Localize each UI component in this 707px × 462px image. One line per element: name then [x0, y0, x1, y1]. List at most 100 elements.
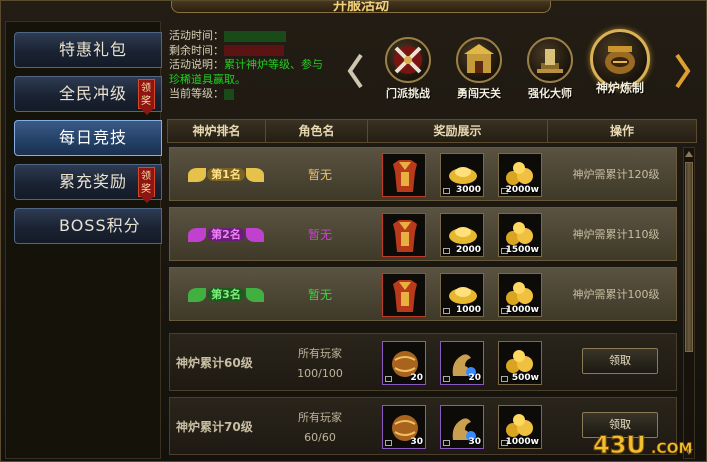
list-scrollbar[interactable]	[683, 147, 695, 459]
reward-slot[interactable]: 500w	[498, 341, 542, 385]
activity-label: 强化大师	[528, 87, 572, 100]
activity-divine-furnace[interactable]: 神炉炼制	[585, 29, 655, 96]
activity-label: 神炉炼制	[595, 81, 644, 95]
requirement-text: 神炉需累计110级	[572, 228, 660, 241]
event-time-label: 活动时间：	[169, 29, 224, 42]
site-watermark-logo: 43U .COM	[593, 431, 693, 460]
reward-slot[interactable]: 30	[382, 405, 426, 449]
event-desc-text-2: 珍稀道具赢取。	[169, 72, 246, 86]
activity-brave-pass[interactable]: 勇闯天关	[444, 37, 514, 101]
rank-badge: 第3名	[188, 286, 264, 304]
redacted-value	[224, 88, 234, 100]
reward-slot[interactable]: 3000	[440, 153, 484, 197]
reward-slot[interactable]: 2000w	[498, 153, 542, 197]
event-desc-label: 活动说明：	[169, 58, 224, 71]
claim-badge: 领奖	[138, 79, 155, 115]
progress-count: 100/100	[297, 367, 343, 380]
reward-slot[interactable]: 20	[440, 341, 484, 385]
wing-icon	[188, 288, 206, 302]
svg-text:43U: 43U	[593, 431, 646, 459]
table-row: 第1名 暂无 3000 2000w 神炉需累计120级	[169, 147, 677, 201]
rank-badge: 第1名	[188, 166, 264, 184]
reward-quantity: 500w	[511, 373, 539, 383]
sidebar-item-label: 累充奖励	[59, 172, 128, 191]
wing-icon	[246, 168, 264, 182]
next-arrow-button[interactable]	[675, 53, 691, 89]
player-progress: 所有玩家 60/60	[282, 408, 358, 448]
scrollbar-thumb[interactable]	[685, 162, 693, 352]
reward-slot[interactable]	[382, 273, 426, 317]
reward-slot[interactable]	[382, 153, 426, 197]
wing-icon	[246, 288, 264, 302]
event-time-row: 活动时间：	[169, 29, 359, 44]
sidebar-item-recharge-reward[interactable]: 累充奖励 领奖	[14, 164, 162, 203]
reward-quantity: 20	[468, 373, 481, 383]
sidebar-item-special-pack[interactable]: 特惠礼包	[14, 32, 162, 68]
scroll-up-icon[interactable]	[685, 149, 693, 159]
players-label: 所有玩家	[298, 347, 342, 360]
reward-quantity: 1000w	[505, 305, 539, 315]
reward-slot[interactable]: 30	[440, 405, 484, 449]
table-row: 第3名 暂无 1000 1000w 神炉需累计100级	[169, 267, 677, 321]
wing-icon	[246, 228, 264, 242]
reward-slot[interactable]: 1000	[440, 273, 484, 317]
reward-list: 第1名 暂无 3000 2000w 神炉需累计120级 第2名 暂无 2000 …	[167, 147, 679, 462]
chevron-left-icon	[347, 53, 363, 89]
reward-quantity: 3000	[455, 185, 481, 195]
role-name: 暂无	[307, 168, 332, 182]
window-title: 开服活动	[171, 1, 551, 13]
reward-items: 3000 2000w	[382, 153, 542, 197]
table-row: 第2名 暂无 2000 1500w 神炉需累计110级	[169, 207, 677, 261]
reward-slot[interactable]: 1000w	[498, 273, 542, 317]
reward-slot[interactable]: 2000	[440, 213, 484, 257]
player-progress: 所有玩家 100/100	[282, 344, 358, 384]
rank-badge: 第2名	[188, 226, 264, 244]
activity-label: 门派挑战	[386, 87, 430, 100]
sidebar-item-daily-arena[interactable]: 每日竞技	[14, 120, 162, 156]
sidebar-item-label: 特惠礼包	[59, 40, 128, 59]
role-name: 暂无	[307, 288, 332, 302]
activity-label: 勇闯天关	[457, 87, 501, 100]
activity-sect-challenge[interactable]: 门派挑战	[373, 37, 443, 101]
reward-items: 30 30 1000w	[382, 405, 542, 449]
level-requirement: 神炉累计60级	[176, 356, 253, 370]
remain-time-row: 剩余时间：	[169, 44, 359, 59]
reward-items: 2000 1500w	[382, 213, 542, 257]
reward-quantity: 30	[410, 437, 423, 447]
reward-quantity: 30	[468, 437, 481, 447]
reward-quantity: 2000	[455, 245, 481, 255]
claim-badge: 领奖	[138, 167, 155, 203]
sidebar-item-label: BOSS积分	[59, 216, 141, 235]
activity-enhance-master[interactable]: 强化大师	[515, 37, 585, 101]
title-bar: 开服活动	[171, 1, 551, 13]
remain-time-label: 剩余时间：	[169, 43, 224, 57]
prev-arrow-button[interactable]	[347, 53, 363, 89]
anvil-icon	[527, 37, 573, 83]
table-row: 神炉累计60级 所有玩家 100/100 20 20 500w 领取	[169, 333, 677, 391]
column-header-rank: 神炉排名	[168, 120, 266, 142]
reward-slot[interactable]: 20	[382, 341, 426, 385]
requirement-text: 神炉需累计100级	[572, 288, 660, 301]
reward-slot[interactable]: 1000w	[498, 405, 542, 449]
wing-icon	[188, 168, 206, 182]
reward-slot[interactable]	[382, 213, 426, 257]
role-name: 暂无	[307, 228, 332, 242]
sidebar-item-label: 每日竞技	[59, 128, 128, 147]
column-header-role: 角色名	[266, 120, 368, 142]
players-label: 所有玩家	[298, 411, 342, 424]
event-window: 开服活动 特惠礼包 全民冲级 领奖 每日竞技 累充奖励 领奖 BOSS积分 活动…	[0, 0, 707, 462]
sidebar-item-boss-points[interactable]: BOSS积分	[14, 208, 162, 244]
claim-button[interactable]: 领取	[582, 348, 658, 374]
event-desc-text: 累计神炉等级、参与	[224, 58, 323, 71]
svg-text:.COM: .COM	[651, 441, 692, 457]
requirement-text: 神炉需累计120级	[572, 168, 660, 181]
current-level-row: 当前等级：	[169, 87, 359, 102]
sidebar: 特惠礼包 全民冲级 领奖 每日竞技 累充奖励 领奖 BOSS积分	[5, 21, 162, 459]
reward-items: 1000 1000w	[382, 273, 542, 317]
reward-quantity: 2000w	[505, 185, 539, 195]
reward-slot[interactable]: 1500w	[498, 213, 542, 257]
golden-armor-icon	[393, 280, 417, 312]
sidebar-item-level-rush[interactable]: 全民冲级 领奖	[14, 76, 162, 115]
rank-label: 第3名	[207, 288, 245, 301]
current-level-label: 当前等级：	[169, 87, 224, 100]
